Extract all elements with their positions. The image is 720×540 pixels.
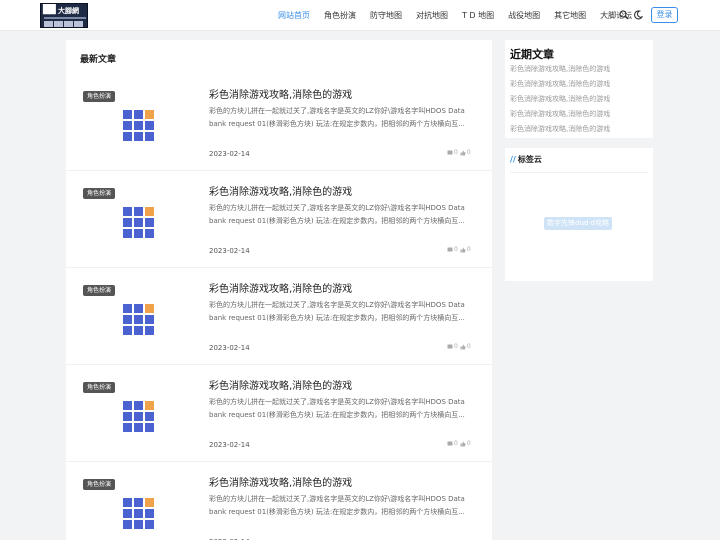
comment-count: 0 bbox=[454, 246, 458, 253]
article-excerpt: 彩色的方块儿拼在一起就过关了,游戏名字是英文的LZ你好\游戏名字叫HDOS Da… bbox=[209, 107, 465, 128]
article-card[interactable]: 角色扮演 彩色消除游戏攻略,消除色的游戏 彩色的方块儿拼在一起就过关了,游戏名字… bbox=[66, 171, 492, 268]
comment-icon bbox=[447, 441, 453, 445]
thumbs-up-icon bbox=[460, 344, 466, 349]
site-header: ██ 大腳網 网站首页 角色扮演 防守地图 对抗地图 T D 地图 战役地图 其… bbox=[0, 0, 720, 31]
nav-item-td-maps[interactable]: T D 地图 bbox=[462, 0, 494, 31]
article-title[interactable]: 彩色消除游戏攻略,消除色的游戏 bbox=[209, 474, 352, 489]
recent-post-link[interactable]: 彩色消除游戏攻略,消除色的游戏 bbox=[510, 107, 610, 122]
thumbs-up-icon bbox=[460, 441, 466, 446]
article-stats: 0 0 bbox=[447, 149, 471, 156]
comment-icon bbox=[447, 247, 453, 251]
article-title[interactable]: 彩色消除游戏攻略,消除色的游戏 bbox=[209, 86, 352, 101]
moon-icon[interactable] bbox=[633, 10, 643, 20]
logo-glyph: ██ bbox=[43, 5, 56, 15]
logo-stripe bbox=[44, 17, 86, 19]
article-thumbnail[interactable]: 角色扮演 bbox=[80, 180, 187, 258]
article-thumbnail[interactable]: 角色扮演 bbox=[80, 277, 187, 355]
nav-item-versus-maps[interactable]: 对抗地图 bbox=[416, 0, 448, 31]
like-count: 0 bbox=[466, 246, 471, 253]
like-count: 0 bbox=[466, 440, 471, 447]
article-card[interactable]: 角色扮演 彩色消除游戏攻略,消除色的游戏 彩色的方块儿拼在一起就过关了,游戏名字… bbox=[66, 74, 492, 171]
article-thumbnail[interactable]: 角色扮演 bbox=[80, 374, 187, 452]
tag-cloud-title-text: 标签云 bbox=[517, 155, 542, 164]
thumbs-up-icon bbox=[460, 150, 466, 155]
tag-cloud-chip[interactable]: 数字先锋dud·d攻略 bbox=[544, 217, 612, 230]
category-tag[interactable]: 角色扮演 bbox=[83, 188, 116, 199]
logo-blocks bbox=[44, 21, 83, 27]
like-count: 0 bbox=[466, 149, 471, 156]
divider bbox=[510, 172, 648, 173]
color-block-grid bbox=[123, 110, 155, 142]
comment-icon bbox=[447, 150, 453, 154]
article-thumbnail[interactable]: 角色扮演 bbox=[80, 471, 187, 540]
article-date: 2023-02-14 bbox=[209, 344, 250, 352]
article-stats: 0 0 bbox=[447, 246, 471, 253]
color-block-grid bbox=[123, 304, 155, 336]
article-excerpt: 彩色的方块儿拼在一起就过关了,游戏名字是英文的LZ你好\游戏名字叫HDOS Da… bbox=[209, 398, 465, 419]
category-tag[interactable]: 角色扮演 bbox=[83, 285, 116, 296]
comment-icon bbox=[447, 344, 453, 348]
article-card[interactable]: 角色扮演 彩色消除游戏攻略,消除色的游戏 彩色的方块儿拼在一起就过关了,游戏名字… bbox=[66, 268, 492, 365]
login-button[interactable]: 登录 bbox=[651, 7, 678, 23]
category-tag[interactable]: 角色扮演 bbox=[83, 382, 116, 393]
color-block-grid bbox=[123, 207, 155, 239]
thumbs-up-icon bbox=[460, 247, 466, 252]
article-excerpt: 彩色的方块儿拼在一起就过关了,游戏名字是英文的LZ你好\游戏名字叫HDOS Da… bbox=[209, 204, 465, 225]
recent-posts-widget: 近期文章 彩色消除游戏攻略,消除色的游戏 彩色消除游戏攻略,消除色的游戏 彩色消… bbox=[505, 40, 653, 138]
article-stats: 0 0 bbox=[447, 343, 471, 350]
section-title: 最新文章 bbox=[80, 55, 117, 65]
recent-post-link[interactable]: 彩色消除游戏攻略,消除色的游戏 bbox=[510, 62, 610, 77]
recent-posts-title: 近期文章 bbox=[510, 48, 554, 61]
article-thumbnail[interactable]: 角色扮演 bbox=[80, 83, 187, 161]
recent-posts-list: 彩色消除游戏攻略,消除色的游戏 彩色消除游戏攻略,消除色的游戏 彩色消除游戏攻略… bbox=[510, 62, 610, 137]
nav-item-home[interactable]: 网站首页 bbox=[278, 0, 310, 31]
main-nav: 网站首页 角色扮演 防守地图 对抗地图 T D 地图 战役地图 其它地图 大脚论… bbox=[278, 0, 646, 31]
article-excerpt: 彩色的方块儿拼在一起就过关了,游戏名字是英文的LZ你好\游戏名字叫HDOS Da… bbox=[209, 301, 465, 322]
article-date: 2023-02-14 bbox=[209, 441, 250, 449]
latest-articles-panel: 最新文章 角色扮演 彩色消除游戏攻略,消除色的游戏 彩色的方块儿拼在一起就过关了… bbox=[66, 40, 492, 540]
article-card[interactable]: 角色扮演 彩色消除游戏攻略,消除色的游戏 彩色的方块儿拼在一起就过关了,游戏名字… bbox=[66, 365, 492, 462]
category-tag[interactable]: 角色扮演 bbox=[83, 479, 116, 490]
tag-cloud-title: //标签云 bbox=[510, 154, 542, 165]
color-block-grid bbox=[123, 401, 155, 433]
tag-cloud-widget: //标签云 数字先锋dud·d攻略 bbox=[505, 148, 653, 281]
article-title[interactable]: 彩色消除游戏攻略,消除色的游戏 bbox=[209, 377, 352, 392]
nav-item-campaign-maps[interactable]: 战役地图 bbox=[508, 0, 540, 31]
like-count: 0 bbox=[466, 343, 471, 350]
title-slash-mark: // bbox=[510, 155, 516, 164]
logo-text: 大腳網 bbox=[58, 7, 79, 15]
article-title[interactable]: 彩色消除游戏攻略,消除色的游戏 bbox=[209, 183, 352, 198]
nav-item-other-maps[interactable]: 其它地图 bbox=[554, 0, 586, 31]
article-stats: 0 0 bbox=[447, 440, 471, 447]
nav-item-roleplay[interactable]: 角色扮演 bbox=[324, 0, 356, 31]
color-block-grid bbox=[123, 498, 155, 530]
site-logo[interactable]: ██ 大腳網 bbox=[40, 3, 88, 28]
nav-item-defense-maps[interactable]: 防守地图 bbox=[370, 0, 402, 31]
comment-count: 0 bbox=[454, 343, 458, 350]
recent-post-link[interactable]: 彩色消除游戏攻略,消除色的游戏 bbox=[510, 77, 610, 92]
recent-post-link[interactable]: 彩色消除游戏攻略,消除色的游戏 bbox=[510, 92, 610, 107]
recent-post-link[interactable]: 彩色消除游戏攻略,消除色的游戏 bbox=[510, 122, 610, 137]
comment-count: 0 bbox=[454, 149, 458, 156]
comment-count: 0 bbox=[454, 440, 458, 447]
category-tag[interactable]: 角色扮演 bbox=[83, 91, 116, 102]
article-date: 2023-02-14 bbox=[209, 247, 250, 255]
article-title[interactable]: 彩色消除游戏攻略,消除色的游戏 bbox=[209, 280, 352, 295]
search-icon[interactable] bbox=[619, 10, 629, 20]
article-date: 2023-02-14 bbox=[209, 150, 250, 158]
article-card[interactable]: 角色扮演 彩色消除游戏攻略,消除色的游戏 彩色的方块儿拼在一起就过关了,游戏名字… bbox=[66, 462, 492, 540]
article-excerpt: 彩色的方块儿拼在一起就过关了,游戏名字是英文的LZ你好\游戏名字叫HDOS Da… bbox=[209, 495, 465, 516]
